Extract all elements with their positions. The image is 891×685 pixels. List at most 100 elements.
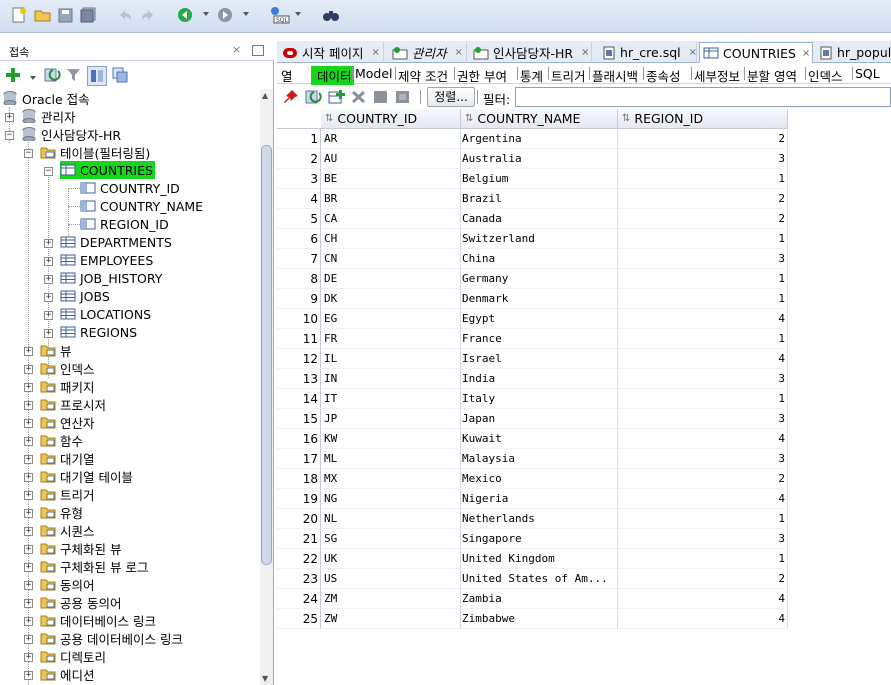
expand-icon[interactable]: + <box>24 437 33 446</box>
filter-icon[interactable] <box>66 68 81 85</box>
sort-button[interactable]: 정렬... <box>427 87 475 107</box>
tree-node-folder[interactable]: 에디션 <box>40 665 95 683</box>
cell-country-id[interactable]: US <box>321 569 461 589</box>
tree-node-table[interactable]: JOB_HISTORY <box>60 269 162 287</box>
insert-row-icon[interactable] <box>328 89 345 108</box>
tree-node-folder[interactable]: 디렉토리 <box>40 647 106 665</box>
cell-country-name[interactable]: Kuwait <box>461 429 618 449</box>
tree-node-column[interactable]: REGION_ID <box>80 215 169 233</box>
tree-node-folder[interactable]: 인덱스 <box>40 359 95 377</box>
subtab-item[interactable]: 트리거 <box>551 66 586 85</box>
cell-country-id[interactable]: CH <box>321 229 461 249</box>
cell-country-id[interactable]: KW <box>321 429 461 449</box>
tree-node-column[interactable]: COUNTRY_ID <box>80 179 180 197</box>
save-all-icon[interactable] <box>79 6 97 24</box>
tab-close-icon[interactable]: × <box>802 48 810 59</box>
cell-region-id[interactable]: 3 <box>618 449 788 469</box>
cell-country-id[interactable]: UK <box>321 549 461 569</box>
expand-icon[interactable]: + <box>24 599 33 608</box>
cell-region-id[interactable]: 4 <box>618 589 788 609</box>
tab-close-icon[interactable]: × <box>455 47 463 58</box>
table-row[interactable]: 7 CN China 3 <box>277 249 788 269</box>
cell-region-id[interactable]: 3 <box>618 529 788 549</box>
cell-country-id[interactable]: SG <box>321 529 461 549</box>
scroll-down-icon[interactable]: ▼ <box>262 674 268 683</box>
cell-country-name[interactable]: India <box>461 369 618 389</box>
tab-admin[interactable]: 관리자 × <box>389 42 467 63</box>
cell-country-id[interactable]: IL <box>321 349 461 369</box>
table-row[interactable]: 15 JP Japan 3 <box>277 409 788 429</box>
tree-node-folder[interactable]: 시퀀스 <box>40 521 95 539</box>
tree-node-folder[interactable]: 공용 동의어 <box>40 593 121 611</box>
table-row[interactable]: 11 FR France 1 <box>277 329 788 349</box>
refresh-icon[interactable] <box>44 67 61 86</box>
tab-hr-cre-sql[interactable]: hr_cre.sql × <box>599 42 697 63</box>
cell-country-id[interactable]: FR <box>321 329 461 349</box>
expand-icon[interactable]: + <box>44 293 53 302</box>
tree-node-table[interactable]: EMPLOYEES <box>60 251 153 269</box>
tree-node-folder[interactable]: 프로시저 <box>40 395 106 413</box>
cell-country-id[interactable]: MX <box>321 469 461 489</box>
save-icon[interactable] <box>56 6 74 24</box>
tree-node-table[interactable]: JOBS <box>60 287 110 305</box>
table-row[interactable]: 2 AU Australia 3 <box>277 149 788 169</box>
table-row[interactable]: 14 IT Italy 1 <box>277 389 788 409</box>
column-header-region-id[interactable]: ⇅ REGION_ID <box>618 109 788 129</box>
cell-region-id[interactable]: 2 <box>618 129 788 149</box>
binoculars-icon[interactable] <box>322 6 340 24</box>
cell-country-name[interactable]: China <box>461 249 618 269</box>
cell-region-id[interactable]: 1 <box>618 389 788 409</box>
tree-node-folder[interactable]: 함수 <box>40 431 83 449</box>
cell-region-id[interactable]: 4 <box>618 349 788 369</box>
open-icon[interactable] <box>33 6 51 24</box>
refresh-icon[interactable] <box>305 89 322 108</box>
tree-node-folder[interactable]: 유형 <box>40 503 83 521</box>
tab-close-icon[interactable]: × <box>371 47 379 58</box>
table-row[interactable]: 5 CA Canada 2 <box>277 209 788 229</box>
tree-node-tables-filtered[interactable]: 테이블(필터링됨) <box>40 143 150 161</box>
collapse-icon[interactable]: − <box>44 167 53 176</box>
cell-region-id[interactable]: 2 <box>618 569 788 589</box>
cell-country-name[interactable]: Italy <box>461 389 618 409</box>
sql-worksheet-icon[interactable]: SQL <box>268 6 290 24</box>
tree-node-folder[interactable]: 구체화된 뷰 로그 <box>40 557 148 575</box>
subtab-item[interactable]: 권한 부여 <box>457 66 507 85</box>
cell-country-id[interactable]: JP <box>321 409 461 429</box>
expand-icon[interactable]: + <box>5 113 14 122</box>
tab-start-page[interactable]: 시작 페이지 × <box>279 42 384 63</box>
tree-node-folder[interactable]: 대기열 <box>40 449 95 467</box>
cell-region-id[interactable]: 2 <box>618 209 788 229</box>
tree-node-folder[interactable]: 데이터베이스 링크 <box>40 611 156 629</box>
cell-country-name[interactable]: Zambia <box>461 589 618 609</box>
table-row[interactable]: 10 EG Egypt 4 <box>277 309 788 329</box>
cell-country-name[interactable]: Egypt <box>461 309 618 329</box>
sql-dropdown-icon[interactable] <box>295 12 301 16</box>
back-icon[interactable] <box>176 6 194 24</box>
redo-icon[interactable] <box>139 6 157 24</box>
expand-icon[interactable]: + <box>24 563 33 572</box>
tree-node-column[interactable]: COUNTRY_NAME <box>80 197 203 215</box>
tree-node-folder[interactable]: 동의어 <box>40 575 95 593</box>
expand-icon[interactable]: + <box>24 455 33 464</box>
add-dropdown-icon[interactable] <box>30 76 36 80</box>
cell-region-id[interactable]: 2 <box>618 189 788 209</box>
cell-country-name[interactable]: Canada <box>461 209 618 229</box>
expand-icon[interactable]: + <box>24 635 33 644</box>
table-row[interactable]: 3 BE Belgium 1 <box>277 169 788 189</box>
subtab-item[interactable]: SQL <box>855 66 880 81</box>
cell-region-id[interactable]: 4 <box>618 429 788 449</box>
forward-icon[interactable] <box>216 6 234 24</box>
table-row[interactable]: 24 ZM Zambia 4 <box>277 589 788 609</box>
new-icon[interactable] <box>10 6 28 24</box>
tab-close-icon[interactable]: × <box>689 47 697 58</box>
table-row[interactable]: 21 SG Singapore 3 <box>277 529 788 549</box>
table-row[interactable]: 9 DK Denmark 1 <box>277 289 788 309</box>
tab-countries[interactable]: COUNTRIES × <box>699 42 813 63</box>
cell-country-id[interactable]: EG <box>321 309 461 329</box>
expand-icon[interactable]: + <box>24 581 33 590</box>
cell-country-name[interactable]: Switzerland <box>461 229 618 249</box>
cell-country-id[interactable]: ZM <box>321 589 461 609</box>
expand-icon[interactable]: + <box>24 671 33 680</box>
cell-region-id[interactable]: 2 <box>618 469 788 489</box>
cell-region-id[interactable]: 3 <box>618 369 788 389</box>
